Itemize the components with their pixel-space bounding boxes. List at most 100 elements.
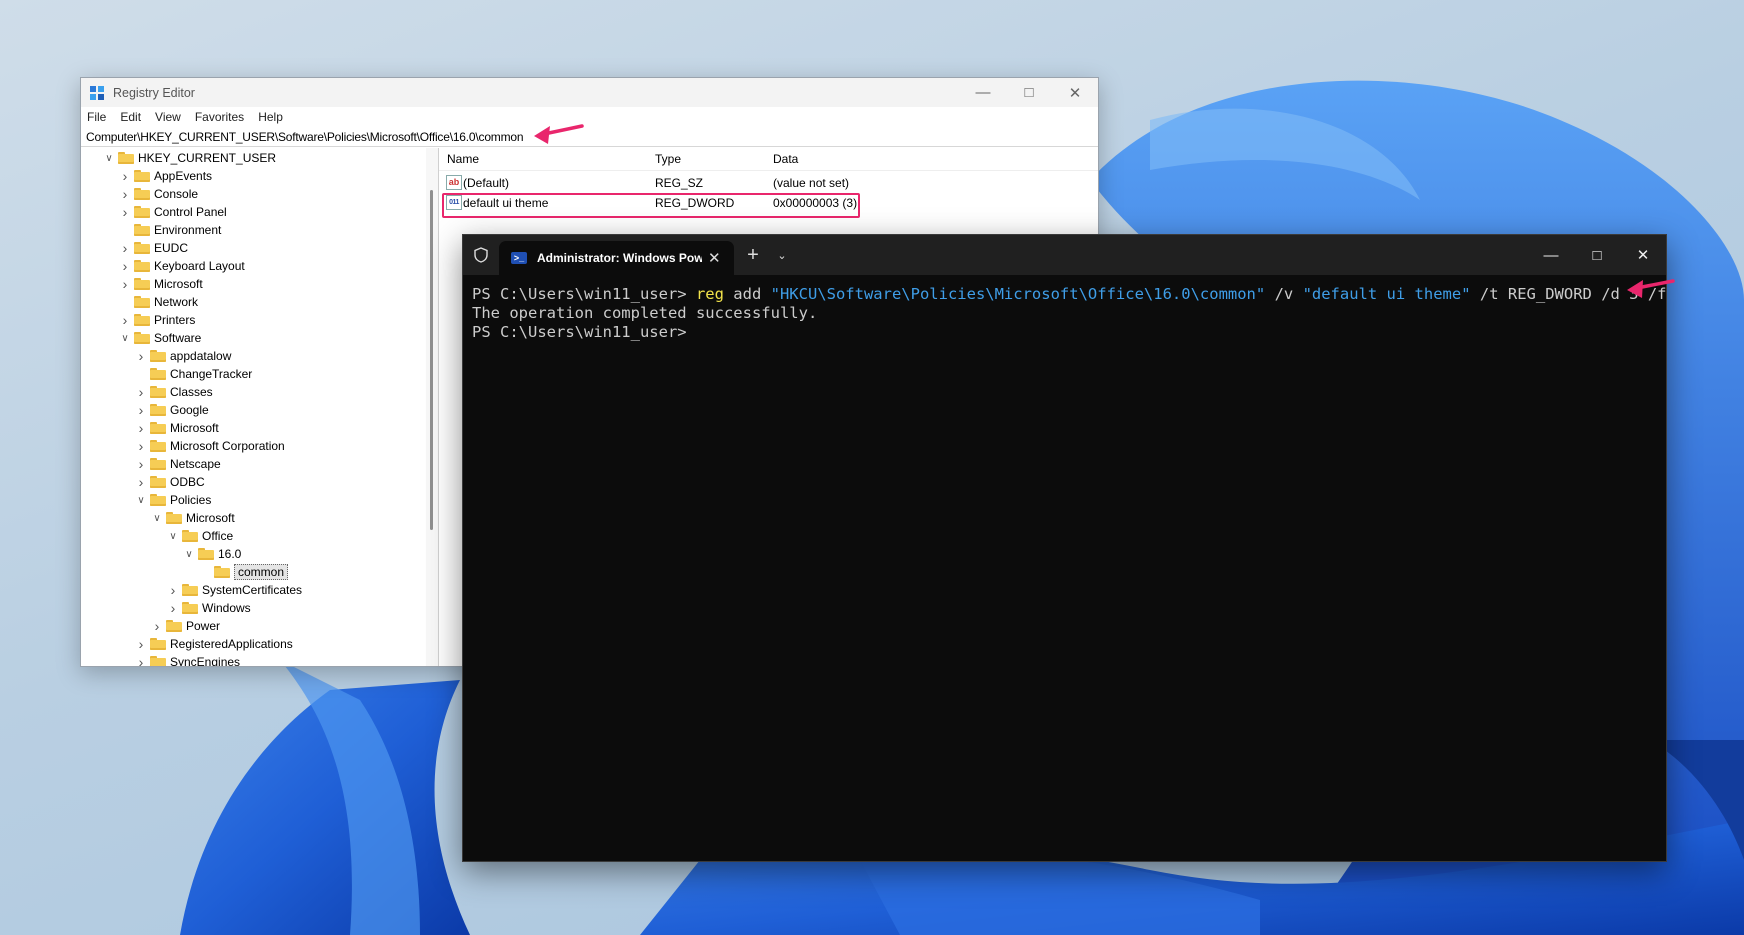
minimize-button[interactable]: — xyxy=(1528,235,1574,275)
tree-item-office[interactable]: ∨ Office xyxy=(167,527,233,545)
chevron-right-icon[interactable]: › xyxy=(135,402,147,418)
tree-item-power[interactable]: › Power xyxy=(151,617,220,635)
chevron-down-icon[interactable]: ∨ xyxy=(183,549,195,560)
tree-item-label: Microsoft Corporation xyxy=(170,439,285,453)
chevron-right-icon[interactable]: › xyxy=(119,240,131,256)
tab-powershell[interactable]: >_ Administrator: Windows PowerShell ✕ xyxy=(499,241,734,275)
menu-view[interactable]: View xyxy=(155,110,181,124)
chevron-right-icon[interactable]: › xyxy=(135,456,147,472)
chevron-right-icon[interactable]: › xyxy=(119,258,131,274)
chevron-down-icon[interactable]: ∨ xyxy=(103,153,115,164)
terminal-titlebar[interactable]: >_ Administrator: Windows PowerShell ✕ +… xyxy=(463,235,1666,275)
tree-item-odbc[interactable]: › ODBC xyxy=(135,473,205,491)
menu-file[interactable]: File xyxy=(87,110,106,124)
column-type[interactable]: Type xyxy=(655,152,681,166)
chevron-down-icon[interactable]: ∨ xyxy=(151,513,163,524)
tree-scrollbar-thumb[interactable] xyxy=(430,190,433,530)
tree-item-classes[interactable]: › Classes xyxy=(135,383,213,401)
tree-item-netscape[interactable]: › Netscape xyxy=(135,455,221,473)
folder-icon xyxy=(166,512,182,524)
folder-icon xyxy=(150,368,166,380)
tree-item-google[interactable]: › Google xyxy=(135,401,209,419)
tree-item-microsoft[interactable]: › Microsoft xyxy=(119,275,203,293)
tree-item-keyboard-layout[interactable]: › Keyboard Layout xyxy=(119,257,245,275)
close-button[interactable]: ✕ xyxy=(1052,78,1098,107)
column-data[interactable]: Data xyxy=(773,152,798,166)
registry-tree[interactable]: ∨ HKEY_CURRENT_USER › AppEvents › Console › Con… xyxy=(81,148,439,666)
folder-icon xyxy=(150,656,166,666)
values-header: Name Type Data xyxy=(439,148,1098,171)
chevron-right-icon[interactable]: › xyxy=(119,276,131,292)
chevron-down-icon[interactable]: ⌄ xyxy=(772,249,792,262)
close-button[interactable]: ✕ xyxy=(1620,235,1666,275)
tree-item-network[interactable]: Network xyxy=(119,293,198,311)
menu-edit[interactable]: Edit xyxy=(120,110,141,124)
tree-item-changetracker[interactable]: ChangeTracker xyxy=(135,365,252,383)
tree-item-microsoft[interactable]: ∨ Microsoft xyxy=(151,509,234,527)
tree-item-windows[interactable]: › Windows xyxy=(167,599,251,617)
command-line: PS C:\Users\win11_user> reg add "HKCU\So… xyxy=(472,285,1667,304)
chevron-down-icon[interactable]: ∨ xyxy=(135,495,147,506)
tree-item-common[interactable]: common xyxy=(199,563,289,581)
tree-item-appdatalow[interactable]: › appdatalow xyxy=(135,347,232,365)
tree-item-control-panel[interactable]: › Control Panel xyxy=(119,203,227,221)
chevron-right-icon[interactable]: › xyxy=(119,312,131,328)
address-bar[interactable]: Computer\HKEY_CURRENT_USER\Software\Poli… xyxy=(81,127,1098,147)
chevron-down-icon[interactable]: ∨ xyxy=(167,531,179,542)
chevron-right-icon[interactable]: › xyxy=(135,384,147,400)
tree-item-label: Netscape xyxy=(170,457,221,471)
powershell-icon: >_ xyxy=(511,252,527,264)
chevron-right-icon[interactable]: › xyxy=(135,420,147,436)
regedit-titlebar[interactable]: Registry Editor — □ ✕ xyxy=(81,78,1098,107)
tree-item-16-0[interactable]: ∨ 16.0 xyxy=(183,545,241,563)
tree-item-software[interactable]: ∨ Software xyxy=(119,329,201,347)
tree-item-printers[interactable]: › Printers xyxy=(119,311,196,329)
folder-icon xyxy=(150,350,166,362)
folder-icon xyxy=(150,638,166,650)
chevron-down-icon[interactable]: ∨ xyxy=(119,333,131,344)
value-name-string: "default ui theme" xyxy=(1302,285,1471,303)
tree-item-label: EUDC xyxy=(154,241,189,255)
menu-help[interactable]: Help xyxy=(258,110,283,124)
chevron-right-icon[interactable]: › xyxy=(167,582,179,598)
chevron-right-icon[interactable]: › xyxy=(135,438,147,454)
tree-item-policies[interactable]: ∨ Policies xyxy=(135,491,211,509)
tree-item-microsoft[interactable]: › Microsoft xyxy=(135,419,219,437)
tree-item-label: Printers xyxy=(154,313,196,327)
chevron-right-icon[interactable]: › xyxy=(151,618,163,634)
tree-item-eudc[interactable]: › EUDC xyxy=(119,239,188,257)
menu-favorites[interactable]: Favorites xyxy=(195,110,244,124)
column-name[interactable]: Name xyxy=(447,152,479,166)
tree-scrollbar[interactable] xyxy=(426,148,438,666)
terminal-output[interactable]: PS C:\Users\win11_user> reg add "HKCU\So… xyxy=(463,275,1667,342)
chevron-right-icon[interactable]: › xyxy=(167,600,179,616)
tree-item-label: HKEY_CURRENT_USER xyxy=(138,151,277,165)
chevron-right-icon[interactable]: › xyxy=(135,348,147,364)
tree-item-console[interactable]: › Console xyxy=(119,185,198,203)
new-tab-button[interactable]: + xyxy=(734,244,772,267)
tree-item-appevents[interactable]: › AppEvents xyxy=(119,167,212,185)
folder-icon xyxy=(166,620,182,632)
chevron-right-icon[interactable]: › xyxy=(135,474,147,490)
chevron-right-icon[interactable]: › xyxy=(135,636,147,652)
chevron-right-icon[interactable]: › xyxy=(119,186,131,202)
tree-item-syncengines[interactable]: › SyncEngines xyxy=(135,653,240,666)
value-row-default[interactable]: ab (Default) REG_SZ (value not set) xyxy=(439,173,1098,192)
chevron-right-icon[interactable]: › xyxy=(119,204,131,220)
maximize-button[interactable]: □ xyxy=(1574,235,1620,275)
tree-item-hkey-current-user[interactable]: ∨ HKEY_CURRENT_USER xyxy=(103,149,276,167)
tree-item-label: Console xyxy=(154,187,199,201)
chevron-right-icon[interactable]: › xyxy=(119,168,131,184)
tree-item-registeredapplications[interactable]: › RegisteredApplications xyxy=(135,635,293,653)
tree-item-label: Software xyxy=(154,331,202,345)
chevron-right-icon[interactable]: › xyxy=(135,654,147,666)
tree-item-label: Policies xyxy=(170,493,212,507)
tree-item-systemcertificates[interactable]: › SystemCertificates xyxy=(167,581,302,599)
folder-icon xyxy=(134,188,150,200)
tab-close-icon[interactable]: ✕ xyxy=(708,249,721,267)
tree-item-microsoft-corporation[interactable]: › Microsoft Corporation xyxy=(135,437,285,455)
minimize-button[interactable]: — xyxy=(960,78,1006,107)
tree-item-environment[interactable]: Environment xyxy=(119,221,221,239)
maximize-button[interactable]: □ xyxy=(1006,78,1052,107)
tree-item-label: AppEvents xyxy=(154,169,213,183)
